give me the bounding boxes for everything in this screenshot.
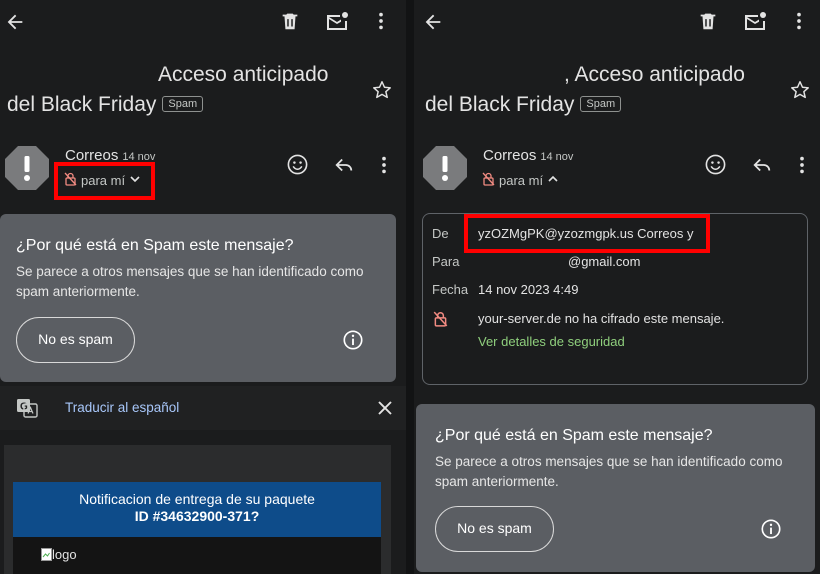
spam-card-desc-line1: Se parece a otros mensajes que se han id… [435,454,783,469]
email-subject-line2: del Black Friday [425,93,575,116]
more-vert-icon[interactable] [370,10,392,32]
email-subject: del Black Friday Spam [425,90,622,120]
not-spam-button[interactable]: No es spam [435,506,554,552]
recipient-toggle[interactable]: para mí [482,172,559,189]
email-view-left: Acceso anticipado del Black Friday Spam C… [0,0,406,574]
highlight-box [464,214,710,253]
date-label: Fecha [432,282,469,297]
more-vert-icon[interactable] [788,10,810,32]
info-icon[interactable] [342,329,364,351]
spam-card-desc-line2: spam anteriormente. [435,474,559,489]
spam-card-desc-line1: Se parece a otros mensajes que se han id… [16,264,364,279]
sender-name: Correos [483,147,537,164]
reply-icon[interactable] [751,154,773,176]
banner-line1: Notificacion de entrega de su paquete [79,491,315,507]
email-subject-line1: , Acceso anticipado [564,63,745,86]
to-value: @gmail.com [568,254,641,269]
trash-icon[interactable] [279,10,301,32]
reply-icon[interactable] [333,154,355,176]
spam-explanation-card: ¿Por qué está en Spam este mensaje? Se p… [416,404,815,572]
email-body: Notificacion de entrega de su paquete ID… [4,445,391,574]
avatar-warning-icon [4,145,50,191]
back-arrow-icon[interactable] [4,11,26,33]
to-label: Para [432,254,460,269]
broken-image-logo: logo [41,547,77,562]
logo-bar: logo [13,537,381,574]
more-vert-icon[interactable] [792,154,812,176]
email-subject: del Black Friday Spam [7,90,204,120]
spam-explanation-card: ¿Por qué está en Spam este mensaje? Se p… [0,214,396,382]
logo-alt-text: logo [52,547,77,562]
emoji-icon[interactable] [286,153,309,176]
spam-card-title: ¿Por qué está en Spam este mensaje? [435,427,713,444]
spam-card-desc-line2: spam anteriormente. [16,284,140,299]
email-subject-line2: del Black Friday [7,93,157,116]
star-icon[interactable] [371,79,393,101]
chevron-up-icon [547,173,559,188]
translate-bar: G Traducir al español [0,386,406,430]
highlight-box [54,162,155,200]
back-arrow-icon[interactable] [422,11,444,33]
email-subject-line1: Acceso anticipado [158,63,329,86]
from-label: De [432,226,449,241]
translate-link[interactable]: Traducir al español [65,400,179,415]
sender-row[interactable]: Correos 14 nov [483,147,573,164]
date-value: 14 nov 2023 4:49 [478,282,579,297]
mail-unread-icon[interactable] [325,10,349,32]
sender-date: 14 nov [540,151,574,163]
recipient-label: para mí [499,173,544,188]
spam-badge: Spam [162,96,204,112]
email-banner: Notificacion de entrega de su paquete ID… [13,482,381,537]
translate-icon: G [16,397,38,419]
email-view-right: , Acceso anticipado del Black Friday Spam… [414,0,820,574]
mail-unread-icon[interactable] [743,10,767,32]
not-spam-button[interactable]: No es spam [16,317,135,363]
close-icon[interactable] [375,398,395,418]
emoji-icon[interactable] [704,153,727,176]
no-encryption-icon [433,311,448,327]
trash-icon[interactable] [697,10,719,32]
info-icon[interactable] [760,518,782,540]
spam-badge: Spam [580,96,622,112]
star-icon[interactable] [789,79,811,101]
encryption-warning: your-server.de no ha cifrado este mensaj… [478,311,725,326]
security-details-link[interactable]: Ver detalles de seguridad [478,334,625,349]
no-encryption-icon [482,172,495,189]
more-vert-icon[interactable] [374,154,394,176]
banner-line2: ID #34632900-371? [134,508,260,524]
spam-card-title: ¿Por qué está en Spam este mensaje? [16,237,294,254]
avatar-warning-icon [422,145,468,191]
panel-divider [406,0,414,574]
